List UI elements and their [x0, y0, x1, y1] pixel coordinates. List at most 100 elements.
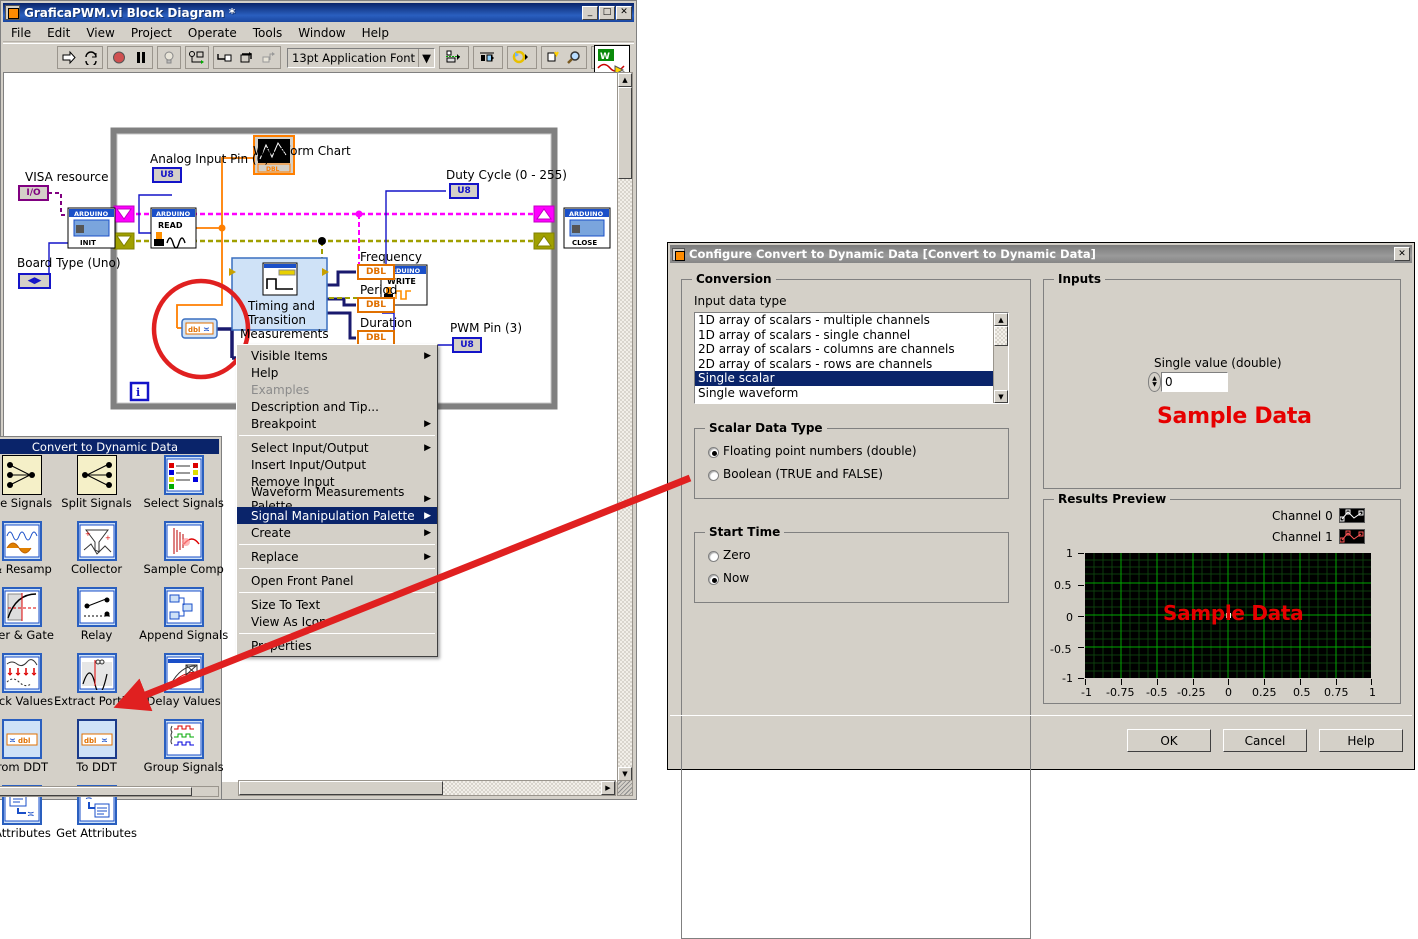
- stepper-down-icon[interactable]: ▼: [1152, 382, 1157, 388]
- radio-zero[interactable]: [708, 551, 719, 562]
- lightbulb-icon[interactable]: [158, 47, 180, 68]
- menu-item-open-front-panel[interactable]: Open Front Panel: [237, 572, 437, 589]
- channel-1-plot-icon[interactable]: [1338, 529, 1365, 544]
- scroll-right-arrow[interactable]: ▶: [601, 781, 615, 795]
- window-titlebar[interactable]: GraficaPWM.vi Block Diagram * _ □ ✕: [3, 3, 634, 22]
- menu-item-help[interactable]: Help: [237, 364, 437, 381]
- listbox-scroll-thumb[interactable]: [994, 326, 1008, 346]
- palette-item-to-ddt[interactable]: dbl ≍ To DDT: [54, 719, 139, 785]
- listbox-scroll-down-arrow[interactable]: ▼: [994, 390, 1008, 403]
- terminal-frequency[interactable]: DBL: [357, 264, 395, 280]
- channel-0-plot-icon[interactable]: [1338, 508, 1365, 523]
- list-item[interactable]: 2D array of scalars - columns are channe…: [695, 342, 1008, 357]
- legend-channel-1[interactable]: Channel 1: [1272, 529, 1365, 544]
- menu-item-replace[interactable]: Replace ▶: [237, 548, 437, 565]
- radio-now[interactable]: [708, 574, 719, 585]
- palette-item-group-signals[interactable]: Group Signals: [139, 719, 228, 785]
- menu-item-description-and-tip[interactable]: Description and Tip...: [237, 398, 437, 415]
- run-continuously-icon[interactable]: [80, 47, 102, 68]
- palette-horizontal-scrollbar[interactable]: [0, 786, 219, 797]
- scroll-down-arrow[interactable]: ▼: [618, 767, 632, 781]
- minimize-button[interactable]: _: [582, 5, 598, 20]
- dialog-close-button[interactable]: ✕: [1394, 247, 1410, 261]
- palette-item-select-signals[interactable]: Select Signals: [139, 455, 228, 521]
- resize-grip[interactable]: [617, 780, 633, 796]
- terminal-visa-resource[interactable]: I/O: [18, 185, 49, 201]
- chevron-down-icon[interactable]: ▼: [418, 48, 434, 67]
- terminal-board-type[interactable]: ◀▶: [18, 273, 51, 289]
- menu-item-insert-input-output[interactable]: Insert Input/Output: [237, 456, 437, 473]
- scroll-up-arrow[interactable]: ▲: [618, 73, 632, 87]
- palette-item-trigger-gate[interactable]: ger & Gate: [0, 587, 54, 653]
- palette-item-sample-compression[interactable]: Sample Comp: [139, 521, 228, 587]
- canvas-horizontal-scrollbar[interactable]: ▶: [238, 780, 616, 796]
- single-value-input[interactable]: 0: [1161, 372, 1228, 392]
- list-item[interactable]: 2D array of scalars - rows are channels: [695, 357, 1008, 372]
- reorder-icon[interactable]: [508, 47, 536, 68]
- menu-item-properties[interactable]: Properties: [237, 637, 437, 654]
- font-selector[interactable]: 13pt Application Font ▼: [287, 47, 435, 68]
- menu-item-view-as-icon[interactable]: View As Icon: [237, 613, 437, 630]
- listbox-scrollbar[interactable]: ▲ ▼: [993, 313, 1008, 403]
- menu-operate[interactable]: Operate: [180, 25, 245, 41]
- palette-item-append-signals[interactable]: Append Signals: [139, 587, 228, 653]
- palette-item-merge-signals[interactable]: ge Signals: [0, 455, 54, 521]
- menu-tools[interactable]: Tools: [245, 25, 291, 41]
- palette-item-align-resample[interactable]: & Resamp: [0, 521, 54, 587]
- legend-channel-0[interactable]: Channel 0: [1272, 508, 1365, 523]
- menu-edit[interactable]: Edit: [39, 25, 78, 41]
- step-over-icon[interactable]: [236, 47, 258, 68]
- terminal-duty-cycle[interactable]: U8: [449, 183, 479, 199]
- close-button[interactable]: ✕: [616, 5, 632, 20]
- step-into-icon[interactable]: [214, 47, 236, 68]
- menu-item-select-input-output[interactable]: Select Input/Output ▶: [237, 439, 437, 456]
- menu-item-breakpoint[interactable]: Breakpoint ▶: [237, 415, 437, 432]
- menu-item-signal-manipulation-palette[interactable]: Signal Manipulation Palette ▶: [237, 507, 437, 524]
- terminal-analog-input-pin[interactable]: U8: [152, 167, 182, 183]
- list-item[interactable]: Single waveform: [695, 386, 1008, 401]
- radio-boolean[interactable]: [708, 470, 719, 481]
- palette-item-from-ddt[interactable]: ≍ dbl rom DDT: [0, 719, 54, 785]
- results-preview-graph[interactable]: Sample Data: [1085, 553, 1371, 678]
- vscroll-thumb[interactable]: [618, 87, 632, 179]
- run-arrow-icon[interactable]: [58, 47, 80, 68]
- terminal-pwm-pin[interactable]: U8: [452, 337, 482, 353]
- align-objects-icon[interactable]: [440, 47, 468, 68]
- list-item[interactable]: 1D array of scalars - single channel: [695, 328, 1008, 343]
- menu-window[interactable]: Window: [290, 25, 353, 41]
- terminal-period[interactable]: DBL: [357, 297, 395, 313]
- vscroll-track[interactable]: [618, 87, 632, 767]
- cancel-button[interactable]: Cancel: [1223, 729, 1307, 752]
- menu-item-visible-items[interactable]: Visible Items ▶: [237, 347, 437, 364]
- step-out-icon[interactable]: [258, 47, 280, 68]
- menu-project[interactable]: Project: [123, 25, 180, 41]
- clean-up-diagram-icon[interactable]: [542, 47, 564, 68]
- menu-item-size-to-text[interactable]: Size To Text: [237, 596, 437, 613]
- palette-item-relay[interactable]: Relay: [54, 587, 139, 653]
- maximize-button[interactable]: □: [599, 5, 615, 20]
- menu-file[interactable]: File: [3, 25, 39, 41]
- input-data-type-listbox[interactable]: 1D array of scalars - multiple channels …: [694, 312, 1009, 404]
- palette-item-split-signals[interactable]: Split Signals: [54, 455, 139, 521]
- context-menu[interactable]: Visible Items ▶ Help Examples Descriptio…: [236, 344, 438, 657]
- list-item-selected[interactable]: Single scalar: [695, 371, 1008, 386]
- radio-floating-point[interactable]: [708, 447, 719, 458]
- dialog-titlebar[interactable]: Configure Convert to Dynamic Data [Conve…: [670, 245, 1412, 263]
- help-button[interactable]: Help: [1319, 729, 1403, 752]
- abort-execution-icon[interactable]: [108, 47, 130, 68]
- list-item[interactable]: 1D array of scalars - multiple channels: [695, 313, 1008, 328]
- hscroll-thumb[interactable]: [239, 781, 443, 795]
- palette-item-extract-portion[interactable]: Extract Portion: [54, 653, 139, 719]
- palette-item-collector[interactable]: + + Collector: [54, 521, 139, 587]
- listbox-scroll-up-arrow[interactable]: ▲: [994, 313, 1008, 326]
- menu-view[interactable]: View: [78, 25, 122, 41]
- palette-hscroll-thumb[interactable]: [0, 787, 192, 796]
- palette-item-delay-values[interactable]: Delay Values: [139, 653, 228, 719]
- quantity-stepper[interactable]: ▲ ▼: [1148, 372, 1161, 392]
- pause-icon[interactable]: [130, 47, 152, 68]
- canvas-vertical-scrollbar[interactable]: ▲ ▼: [617, 72, 633, 782]
- menu-item-create[interactable]: Create ▶: [237, 524, 437, 541]
- search-icon[interactable]: [564, 47, 586, 68]
- ok-button[interactable]: OK: [1127, 729, 1211, 752]
- menu-help[interactable]: Help: [354, 25, 397, 41]
